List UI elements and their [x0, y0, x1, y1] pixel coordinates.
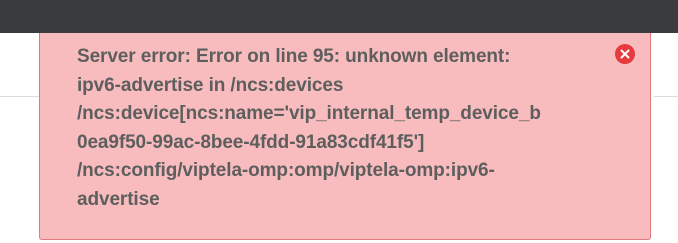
error-notification: Server error: Error on line 95: unknown …: [39, 33, 651, 240]
content-divider: [0, 96, 40, 97]
error-message: Server error: Error on line 95: unknown …: [77, 46, 541, 210]
close-icon: [620, 49, 630, 59]
close-button[interactable]: [615, 44, 635, 64]
content-divider: [654, 96, 678, 97]
top-navigation-bar: [0, 0, 678, 33]
